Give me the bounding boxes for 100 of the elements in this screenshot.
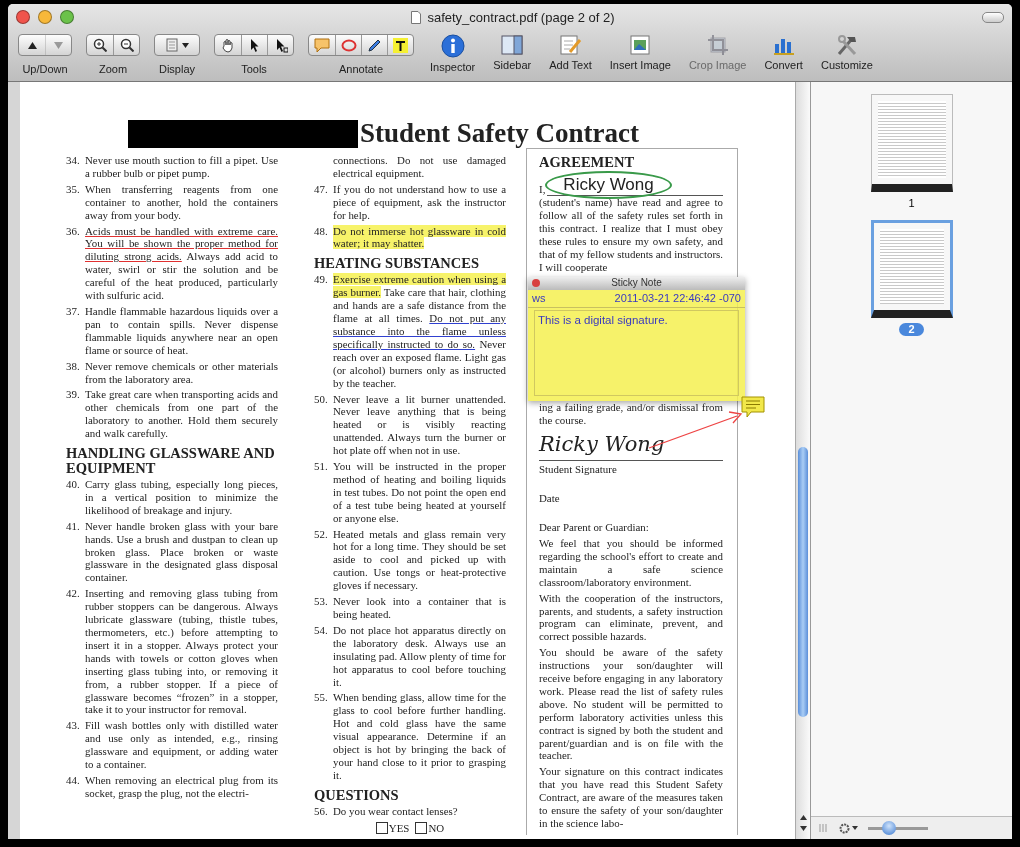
rule-text: When removing an electrical plug from its socket, grasp the plug, not the electri- <box>85 773 278 800</box>
note-title: Sticky Note <box>611 277 662 291</box>
rule-number: 50. <box>314 392 329 407</box>
rule-text: Never leave a lit burner unattended. Never leave anything that is being heated or is visibly reacting unattended. Always turn the burner or hot plate off when not in use. <box>333 392 506 458</box>
name-prefix: I, <box>539 183 546 196</box>
field-caption: Date <box>539 492 561 506</box>
rule-text: Never use mouth suction to fill a pipet. Use a rubber bulb or pipet pump. <box>85 154 278 180</box>
rule-text: When transferring reagents from one container to another, hold the containers away from your body. <box>85 182 278 222</box>
checkbox[interactable] <box>415 822 428 835</box>
slider-thumb[interactable] <box>881 821 896 835</box>
page-thumbnail[interactable] <box>870 220 953 318</box>
toolbar-group-label: Display <box>158 63 196 75</box>
letter-paragraph: With the cooperation of the instructors, parents, and students, a safety instruction program can eliminate, prevent, and correct possible hazards. <box>539 591 723 644</box>
scroll-down-icon[interactable] <box>799 826 807 831</box>
rule-number: 48. <box>314 224 329 239</box>
section-heading: HEATING SUBSTANCES <box>314 256 481 272</box>
close-button[interactable] <box>16 10 30 24</box>
page-stack-icon <box>165 38 178 52</box>
rule-text: You will be instructed in the proper method of heating and boiling liquids in test tubes. Do not point the open end of a test tube being heated at yourself or anyone else. <box>333 460 506 525</box>
section-heading: AGREEMENT <box>539 155 636 170</box>
rule-text: Never handle broken glass with your bare hands. Use a brush and dustpan to clean up broken glass. Place broken or waste glassware in the designated glass disposal container. <box>85 519 278 585</box>
info-icon <box>440 34 465 58</box>
comment-icon[interactable] <box>741 396 765 419</box>
toolbar-group-label: Tools <box>241 63 267 75</box>
letter-paragraph: We feel that you should be informed regarding the school's effort to create and maintain a safe science classroom/laboratory environment. <box>539 536 723 589</box>
rule-text: connections. Do not use damaged electrical equipment. <box>333 154 506 180</box>
rule-text: Carry glass tubing, especially long pieces, in a vertical position to minimize the likelihood of breakage and injury. <box>85 478 278 517</box>
rule-number: 36. <box>66 224 81 239</box>
toolbar-group-label: Zoom <box>98 63 128 75</box>
letter-paragraph: You should be aware of the safety instructions your son/daughter will receive before engaging in any laboratory work. Please read the list of safety rules above. No student will be permitted to perform laboratory activities unless this contract is signed by both the student and parent/guardian and is on file with the teacher. <box>539 646 723 763</box>
note-author: ws <box>532 292 546 306</box>
toolbar-toggle-button[interactable] <box>982 11 1004 23</box>
section-heading: HANDLING GLASSWARE AND EQUIPMENT <box>66 446 276 477</box>
sidebar-icon <box>500 34 525 56</box>
handwritten-signature: Ricky Wong <box>539 432 665 457</box>
speech-bubble-icon <box>314 37 330 53</box>
rule-number: 43. <box>66 719 81 734</box>
oval-icon <box>340 38 357 52</box>
rule-number: 49. <box>314 273 329 288</box>
minimize-button[interactable] <box>38 10 52 24</box>
rule-number: 41. <box>66 519 81 534</box>
letter-paragraph: Your signature on this contract indicates that you have read this Student Safety Contract, are aware of the measures taken to ensure the safety of your son/daughter in the science labo- <box>539 765 723 830</box>
toolbar-button[interactable]: Inspector <box>428 34 478 73</box>
display-dropdown[interactable] <box>154 34 200 56</box>
rule-number: 53. <box>314 595 329 610</box>
image-icon <box>628 34 653 56</box>
toolbar-group-label: Annotate <box>338 63 383 75</box>
pencil-icon <box>367 37 382 53</box>
rule-number: 44. <box>66 773 81 788</box>
checkbox[interactable] <box>375 822 388 835</box>
vertical-scrollbar[interactable] <box>795 82 810 839</box>
note-body-field[interactable]: This is a digital signature. <box>534 310 739 397</box>
document-title: Student Safety Contract <box>360 118 639 149</box>
rule-text: Never look into a container that is being heated. <box>333 595 506 621</box>
salutation: Dear Parent or Guardian: <box>539 521 650 534</box>
page-number: 2 <box>899 323 924 336</box>
rule-number: 56. <box>314 804 329 818</box>
rule-number: 37. <box>66 304 81 319</box>
page-number: 1 <box>907 197 916 210</box>
toolbar-button[interactable]: Customize <box>818 34 875 71</box>
rule-text: Do you wear contact lenses? <box>333 804 459 818</box>
rule-text: Never remove chemicals or other materials from the laboratory area. <box>85 359 278 386</box>
rule-number: 42. <box>66 587 81 602</box>
document-icon <box>411 10 422 24</box>
rule-text: If you do not understand how to use a piece of equipment, ask the instructor for help. <box>333 182 506 222</box>
rule-number: 35. <box>66 182 81 197</box>
caret-icon <box>181 42 189 48</box>
rule-text: Do not place hot apparatus directly on the laboratory desk. Always use an insulating pad. Allow plenty of time for hot apparatus to cool before touching it. <box>333 623 506 689</box>
action-menu-button[interactable] <box>839 822 858 834</box>
field-caption: Student Signature <box>539 463 618 477</box>
circled-name: Ricky Wong <box>545 171 672 199</box>
toolbar-button[interactable]: Insert Image <box>607 34 673 71</box>
scroll-thumb[interactable] <box>798 447 808 717</box>
agreement-text: (student's name) have read and agree to follow all of the safety rules set forth in this contract. I realize that I must obey these rules to ensure my own safety, and that of my fellow students and instructors. I will cooperate <box>539 196 723 274</box>
close-button[interactable] <box>532 279 540 288</box>
toolbar-button[interactable]: Add Text <box>547 34 594 71</box>
down-arrow-icon <box>54 41 63 49</box>
zoom-button[interactable] <box>60 10 74 24</box>
rule-text: Handle flammable hazardous liquids over a pan to contain spills. Never dispense flammable liquids anywhere near an open flame or source of heat. <box>85 304 278 357</box>
rule-number: 52. <box>314 527 329 542</box>
scroll-up-icon[interactable] <box>799 815 807 820</box>
rule-number: 47. <box>314 182 329 197</box>
rule-number: 34. <box>66 154 81 168</box>
rule-text: Fill wash bottles only with distilled water and use only as intended, e.g., rinsing glassware and equipment, or adding water to a container. <box>85 719 278 771</box>
checkbox-label: NO <box>428 821 445 835</box>
note-timestamp: 2011-03-21 22:46:42 -070 <box>614 292 741 306</box>
hand-icon <box>221 37 235 53</box>
rule-number: 55. <box>314 691 329 706</box>
zoom-out-icon <box>119 38 134 52</box>
caret-icon <box>852 826 858 830</box>
rule-text: Do not immerse hot glassware in cold water; it may shatter. <box>333 224 506 251</box>
toolbar-button[interactable]: Sidebar <box>491 34 534 71</box>
rule-number: 38. <box>66 359 81 374</box>
toolbar-button[interactable]: Convert <box>762 34 805 71</box>
rule-number: 40. <box>66 478 81 493</box>
rule-text: Acids must be handled with extreme care. You will be shown the proper method for diluting strong acids. Always add acid to water, swirl or stir the solution and be careful of the heat produced, particularly with sulfuric acid. <box>85 224 278 302</box>
page-thumbnail[interactable] <box>870 94 953 192</box>
zoom-in-icon <box>93 38 107 52</box>
checkbox-label: YES <box>388 821 410 835</box>
rule-text: Heated metals and glass remain very hot for a long time. They should be set aside to cool and picked up with caution. Use tongs or heat-protective gloves if necessary. <box>333 527 506 593</box>
